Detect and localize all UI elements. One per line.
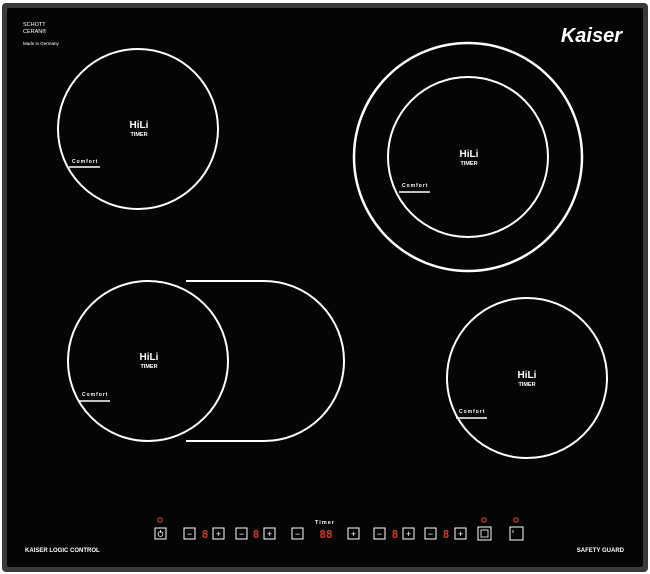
timer-display: 88 xyxy=(319,528,332,541)
timer-label: Timer xyxy=(315,520,335,526)
schott-label: SCHOTT xyxy=(23,22,46,28)
zone-comfort-label: Comfort xyxy=(459,409,485,415)
minus-icon: − xyxy=(295,529,300,539)
glass-surface xyxy=(7,8,643,567)
zone-title: HiLi xyxy=(460,149,479,160)
zone-subtitle: TIMER xyxy=(130,132,147,138)
kaiser-logo: Kaiser xyxy=(561,25,623,47)
plus-icon: + xyxy=(216,529,221,539)
zone-title: HiLi xyxy=(518,370,537,381)
plus-icon: + xyxy=(351,529,356,539)
safety-guard-label: SAFETY GUARD xyxy=(577,548,625,554)
zone4-power-display: 8 xyxy=(443,528,450,541)
zone-subtitle: TIMER xyxy=(518,382,535,388)
minus-icon: − xyxy=(428,529,433,539)
zone-title: HiLi xyxy=(140,352,159,363)
zone-subtitle: TIMER xyxy=(140,364,157,370)
zone1-power-display: 8 xyxy=(202,528,209,541)
plus-icon: + xyxy=(458,529,463,539)
zone-subtitle: TIMER xyxy=(460,161,477,167)
zone3-power-display: 8 xyxy=(392,528,399,541)
ceran-label: CERAN® xyxy=(23,28,46,35)
minus-icon: − xyxy=(239,529,244,539)
plus-icon: + xyxy=(267,529,272,539)
minus-icon: − xyxy=(187,529,192,539)
zone2-power-display: 8 xyxy=(253,528,260,541)
zone-title: HiLi xyxy=(130,120,149,131)
cooking-zone-top-right: HiLi TIMER Comfort xyxy=(352,41,584,273)
minus-icon: − xyxy=(377,529,382,539)
plus-icon: + xyxy=(406,529,411,539)
cooktop-panel: SCHOTT CERAN® Made in Germany Kaiser HiL… xyxy=(0,0,650,574)
zone-comfort-label: Comfort xyxy=(72,159,98,165)
zone-comfort-label: Comfort xyxy=(82,392,108,398)
zone-comfort-label: Comfort xyxy=(402,183,428,189)
made-in-label: Made in Germany xyxy=(23,41,60,46)
logic-control-label: KAISER LOGIC CONTROL xyxy=(25,548,100,554)
